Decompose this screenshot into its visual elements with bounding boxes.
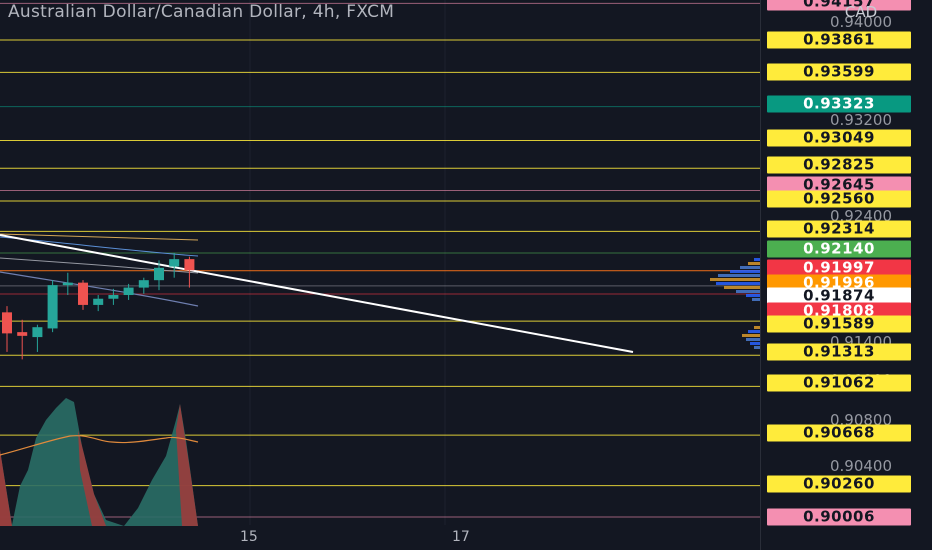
profile-bar <box>710 278 760 281</box>
price-label: 0.92560 <box>767 190 911 208</box>
oscillator-area <box>0 398 198 526</box>
chart-grid <box>249 0 446 525</box>
price-label: 0.91062 <box>767 374 911 392</box>
price-label: 0.92825 <box>767 156 911 174</box>
profile-bar <box>718 274 760 277</box>
candle[interactable] <box>108 295 119 299</box>
price-tick: 0.93200 <box>829 111 893 129</box>
moving-averages <box>0 233 199 307</box>
profile-bar <box>746 294 760 297</box>
profile-bar <box>750 342 760 345</box>
candle[interactable] <box>154 267 164 281</box>
price-label: 0.93599 <box>767 63 911 81</box>
profile-bar <box>716 282 760 285</box>
profile-bar <box>748 262 760 265</box>
candle[interactable] <box>138 280 149 288</box>
volume-profile <box>710 258 760 349</box>
chart-title: Australian Dollar/Canadian Dollar, 4h, F… <box>8 2 395 22</box>
candle[interactable] <box>47 285 58 329</box>
candle[interactable] <box>169 259 180 267</box>
price-chart[interactable] <box>0 0 760 550</box>
currency-label: CAD <box>844 3 878 21</box>
price-label: 0.93323 <box>767 95 911 113</box>
candle[interactable] <box>93 298 104 305</box>
profile-bar <box>736 290 760 293</box>
price-tick: 0.90400 <box>829 457 893 475</box>
oscillator-pane <box>0 398 199 526</box>
price-label: 0.90668 <box>767 424 911 442</box>
candle[interactable] <box>62 282 73 286</box>
price-label: 0.90006 <box>767 508 911 526</box>
price-label: 0.90260 <box>767 475 911 493</box>
time-label-15: 15 <box>240 529 258 545</box>
profile-bar <box>748 330 760 333</box>
profile-bar <box>724 286 760 289</box>
price-label: 0.92314 <box>767 220 911 238</box>
candle[interactable] <box>78 282 88 305</box>
profile-bar <box>752 298 760 301</box>
candle[interactable] <box>17 332 28 336</box>
horizontal-levels <box>0 2 760 518</box>
candle[interactable] <box>184 259 195 271</box>
price-axis[interactable]: 0.940000.932000.924000.914000.912000.908… <box>760 0 932 550</box>
price-label: 0.91589 <box>767 315 911 333</box>
candle[interactable] <box>123 287 134 296</box>
time-label-17: 17 <box>452 529 470 545</box>
price-label: 0.91313 <box>767 343 911 361</box>
candle[interactable] <box>32 327 43 338</box>
profile-bar <box>740 266 760 269</box>
candle[interactable] <box>2 312 12 334</box>
price-label: 0.93049 <box>767 129 911 147</box>
profile-bar <box>742 334 760 337</box>
candlesticks[interactable] <box>2 252 195 360</box>
price-label: 0.93861 <box>767 31 911 49</box>
price-label: 0.92140 <box>767 240 911 258</box>
profile-bar <box>746 338 760 341</box>
profile-bar <box>730 270 760 273</box>
